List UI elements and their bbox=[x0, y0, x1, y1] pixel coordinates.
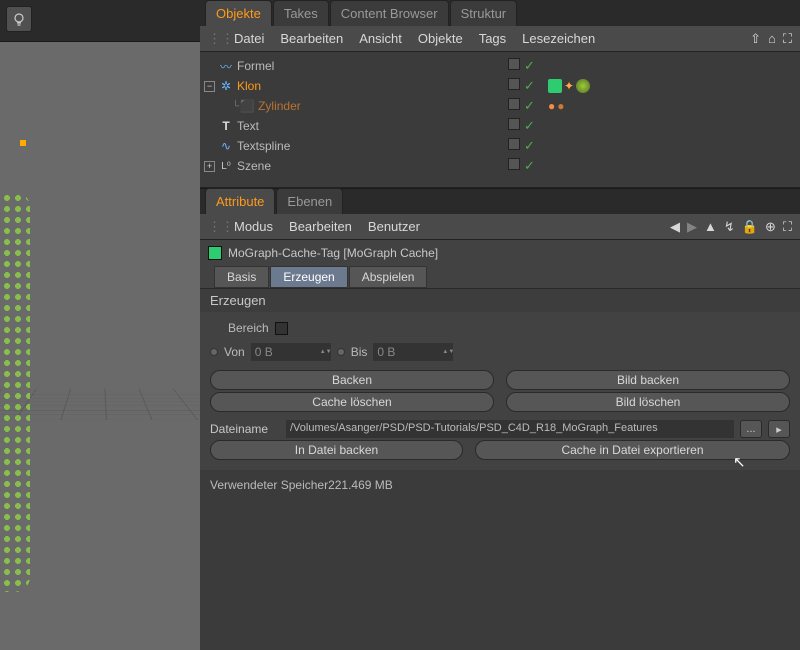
tab-ebenen[interactable]: Ebenen bbox=[276, 188, 343, 214]
menu-bearbeiten[interactable]: Bearbeiten bbox=[280, 31, 343, 46]
visibility-check-icon[interactable]: ✓ bbox=[524, 138, 535, 154]
tree-item-klon[interactable]: Klon bbox=[234, 79, 264, 93]
tree-item-text[interactable]: Text bbox=[234, 119, 262, 133]
export-cache-button[interactable]: Cache in Datei exportieren bbox=[475, 440, 790, 460]
memory-label: Verwendeter Speicher bbox=[210, 478, 328, 492]
section-header: Erzeugen bbox=[200, 288, 800, 312]
subtab-basis[interactable]: Basis bbox=[214, 266, 269, 288]
menu-datei[interactable]: Datei bbox=[234, 31, 264, 46]
viewport[interactable] bbox=[0, 42, 200, 650]
tree-item-szene[interactable]: Szene bbox=[234, 159, 274, 173]
visibility-check-icon[interactable]: ✓ bbox=[524, 118, 535, 134]
up-icon[interactable]: ⇧ bbox=[750, 31, 761, 47]
param-bullet-icon bbox=[210, 348, 218, 356]
label-bis: Bis bbox=[351, 345, 368, 359]
input-von[interactable]: 0 B▲▼ bbox=[251, 343, 331, 361]
nav-up-icon[interactable]: ▲ bbox=[704, 219, 717, 234]
cloner-icon: ✲ bbox=[218, 79, 234, 93]
memory-value: 221.469 MB bbox=[328, 478, 393, 492]
mograph-cache-tag-icon bbox=[208, 246, 222, 260]
spinner-icon[interactable]: ▲▼ bbox=[320, 343, 330, 361]
layer-toggle[interactable] bbox=[508, 118, 520, 130]
checkbox-bereich[interactable] bbox=[275, 322, 288, 335]
cylinder-icon: ⬛ bbox=[239, 99, 255, 113]
expand-icon[interactable]: ⛶ bbox=[783, 219, 792, 235]
expand-icon[interactable]: ⛶ bbox=[783, 31, 792, 47]
nav-fwd-icon[interactable]: ▶ bbox=[687, 219, 697, 235]
subtab-abspielen[interactable]: Abspielen bbox=[349, 266, 428, 288]
path-arrow-button[interactable]: ▸ bbox=[768, 420, 790, 438]
search-icon[interactable]: ↯ bbox=[724, 219, 735, 235]
layer-toggle[interactable] bbox=[508, 98, 520, 110]
in-datei-backen-button[interactable]: In Datei backen bbox=[210, 440, 463, 460]
effector-icon[interactable]: ✦ bbox=[564, 79, 574, 93]
tab-attribute[interactable]: Attribute bbox=[205, 188, 275, 214]
tree-item-textspline[interactable]: Textspline bbox=[234, 139, 293, 153]
tab-takes[interactable]: Takes bbox=[273, 0, 329, 26]
tab-content-browser[interactable]: Content Browser bbox=[330, 0, 449, 26]
menu-modus[interactable]: Modus bbox=[234, 219, 273, 234]
tag-title: MoGraph-Cache-Tag [MoGraph Cache] bbox=[228, 246, 438, 260]
expand-toggle[interactable]: + bbox=[204, 161, 215, 172]
visibility-check-icon[interactable]: ✓ bbox=[524, 78, 535, 94]
new-icon[interactable]: ⊕ bbox=[765, 219, 776, 235]
param-bullet-icon bbox=[337, 348, 345, 356]
menu-tags[interactable]: Tags bbox=[479, 31, 506, 46]
tab-objekte[interactable]: Objekte bbox=[205, 0, 272, 26]
layer-toggle[interactable] bbox=[508, 58, 520, 70]
label-von: Von bbox=[224, 345, 245, 359]
object-tree[interactable]: 〰 Formel ✓ − ✲ Klon ✓ ✦ └ ⬛ Zylinder ✓ ●… bbox=[200, 52, 800, 188]
menu-lesezeichen[interactable]: Lesezeichen bbox=[522, 31, 595, 46]
menu-objekte[interactable]: Objekte bbox=[418, 31, 463, 46]
panel-grip-icon[interactable]: ⋮⋮ bbox=[208, 31, 218, 47]
panel-grip-icon[interactable]: ⋮⋮ bbox=[208, 219, 218, 235]
axis-handle[interactable] bbox=[20, 140, 26, 146]
nav-back-icon[interactable]: ◀ bbox=[670, 219, 680, 235]
null-icon: L⁰ bbox=[218, 161, 234, 172]
tree-connector-icon: └ bbox=[232, 101, 239, 112]
backen-button[interactable]: Backen bbox=[210, 370, 494, 390]
mograph-cache-tag-icon[interactable] bbox=[548, 79, 562, 93]
bild-loeschen-button[interactable]: Bild löschen bbox=[506, 392, 790, 412]
visibility-check-icon[interactable]: ✓ bbox=[524, 158, 535, 174]
text-icon: T bbox=[218, 119, 234, 133]
tab-struktur[interactable]: Struktur bbox=[450, 0, 518, 26]
menu-bearbeiten-attr[interactable]: Bearbeiten bbox=[289, 219, 352, 234]
lock-icon[interactable]: 🔒 bbox=[742, 219, 758, 235]
render-light-button[interactable] bbox=[6, 6, 32, 32]
spline-icon: ∿ bbox=[218, 139, 234, 153]
layer-toggle[interactable] bbox=[508, 78, 520, 90]
layer-toggle[interactable] bbox=[508, 158, 520, 170]
label-bereich: Bereich bbox=[228, 321, 269, 335]
menu-ansicht[interactable]: Ansicht bbox=[359, 31, 402, 46]
subtab-erzeugen[interactable]: Erzeugen bbox=[270, 266, 347, 288]
phong-tag-icon[interactable]: ● bbox=[548, 99, 555, 113]
home-icon[interactable]: ⌂ bbox=[768, 31, 776, 47]
bild-backen-button[interactable]: Bild backen bbox=[506, 370, 790, 390]
grid-floor bbox=[0, 388, 200, 420]
menu-benutzer[interactable]: Benutzer bbox=[368, 219, 420, 234]
label-dateiname: Dateiname bbox=[210, 422, 280, 436]
browse-button[interactable]: ... bbox=[740, 420, 762, 438]
visibility-check-icon[interactable]: ✓ bbox=[524, 98, 535, 114]
visibility-check-icon[interactable]: ✓ bbox=[524, 58, 535, 74]
material-tag-icon[interactable] bbox=[576, 79, 590, 93]
spinner-icon[interactable]: ▲▼ bbox=[442, 343, 452, 361]
tree-item-formel[interactable]: Formel bbox=[234, 59, 277, 73]
cache-loeschen-button[interactable]: Cache löschen bbox=[210, 392, 494, 412]
layer-toggle[interactable] bbox=[508, 138, 520, 150]
phong-tag-icon[interactable]: ● bbox=[557, 99, 564, 113]
tree-item-zylinder[interactable]: Zylinder bbox=[255, 99, 304, 113]
formula-icon: 〰 bbox=[218, 58, 234, 75]
input-bis[interactable]: 0 B▲▼ bbox=[373, 343, 453, 361]
cloner-object-preview bbox=[0, 192, 30, 592]
expand-toggle[interactable]: − bbox=[204, 81, 215, 92]
filepath-input[interactable]: /Volumes/Asanger/PSD/PSD-Tutorials/PSD_C… bbox=[286, 420, 734, 438]
